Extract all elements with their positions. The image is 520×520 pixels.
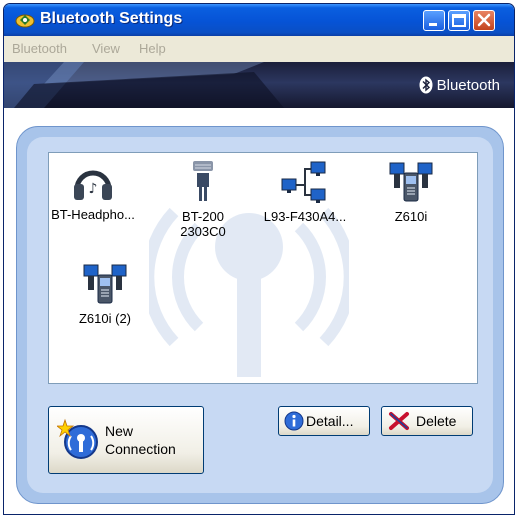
- new-connection-label: New Connection: [105, 423, 176, 457]
- delete-button[interactable]: Delete: [381, 406, 473, 436]
- close-icon: [477, 13, 491, 27]
- device-item[interactable]: L93-F430A4...: [255, 159, 355, 224]
- device-list[interactable]: ♪ BT-Headpho... BT-200 2303C0 L93-F430A4…: [48, 152, 478, 384]
- bluetooth-logo-icon: [419, 76, 433, 94]
- menu-bluetooth[interactable]: Bluetooth: [12, 41, 67, 56]
- bluetooth-banner: Bluetooth: [4, 62, 514, 108]
- minimize-icon: [429, 23, 437, 26]
- bluetooth-brand-text: Bluetooth: [436, 76, 500, 94]
- new-connection-button[interactable]: New Connection: [48, 406, 204, 474]
- close-button[interactable]: [473, 10, 495, 31]
- headphones-icon: ♪: [74, 170, 112, 200]
- details-label: Detail...: [306, 413, 354, 429]
- device-label: Z610i (2): [78, 311, 132, 326]
- banner-laptop-graphic: [4, 62, 284, 108]
- device-item[interactable]: ♪ BT-Headpho...: [49, 159, 143, 222]
- device-label: BT-Headpho...: [51, 207, 135, 222]
- title-bar[interactable]: Bluetooth Settings: [4, 4, 514, 36]
- phone-sync-icon: [83, 264, 127, 304]
- device-label: L93-F430A4...: [263, 209, 347, 224]
- info-icon: [284, 411, 304, 431]
- device-label: BT-200 2303C0: [180, 209, 226, 239]
- menu-help[interactable]: Help: [139, 41, 166, 56]
- main-content: ♪ BT-Headpho... BT-200 2303C0 L93-F430A4…: [4, 108, 514, 514]
- maximize-icon: [452, 14, 466, 27]
- delete-icon: [389, 412, 409, 430]
- network-computers-icon: [281, 161, 326, 203]
- new-connection-icon: [57, 418, 98, 459]
- minimize-button[interactable]: [423, 10, 445, 31]
- phone-sync-icon: [389, 162, 433, 202]
- device-item[interactable]: Z610i: [361, 159, 461, 224]
- bluetooth-brand: Bluetooth: [419, 76, 500, 94]
- delete-label: Delete: [416, 413, 457, 429]
- window-title: Bluetooth Settings: [40, 10, 183, 27]
- menu-bar: Bluetooth View Help: [4, 36, 514, 60]
- svg-text:♪: ♪: [89, 181, 98, 197]
- bluetooth-settings-window: Bluetooth Settings Bluetooth View Help B…: [3, 3, 515, 515]
- bluetooth-app-icon: [15, 14, 35, 28]
- menu-view[interactable]: View: [92, 41, 120, 56]
- device-label: Z610i: [394, 209, 428, 224]
- device-item[interactable]: Z610i (2): [55, 261, 155, 326]
- gps-receiver-icon: [193, 161, 213, 201]
- details-button[interactable]: Detail...: [278, 406, 370, 436]
- maximize-button[interactable]: [448, 10, 470, 31]
- device-item[interactable]: BT-200 2303C0: [153, 159, 253, 239]
